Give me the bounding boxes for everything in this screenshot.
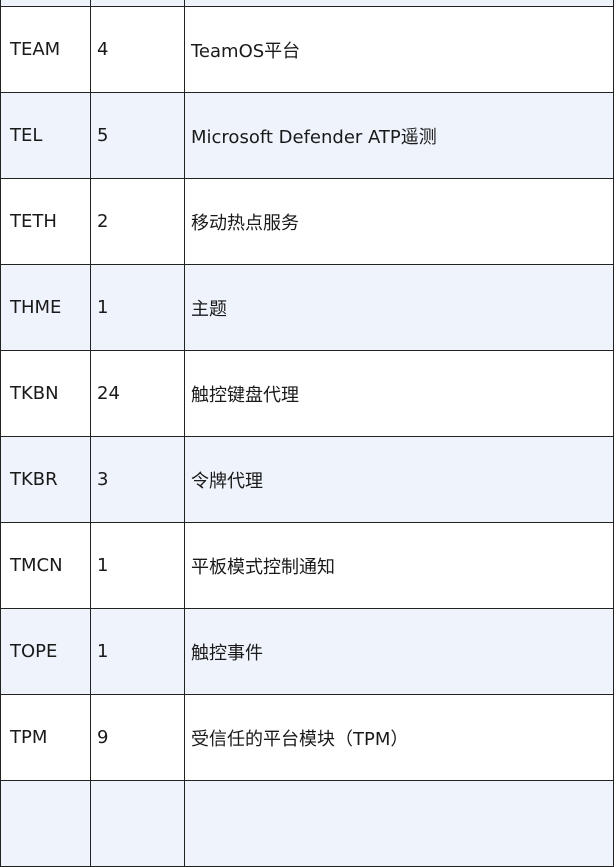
code-cell: TKBR bbox=[0, 436, 91, 523]
code-cell: TEL bbox=[0, 92, 91, 179]
table-row: TOPE 1 触控事件 bbox=[0, 608, 614, 695]
count-cell: 1 bbox=[90, 608, 185, 695]
count-cell: 1 bbox=[90, 264, 185, 351]
code-cell: TMCN bbox=[0, 522, 91, 609]
description-cell: 主题 bbox=[184, 264, 614, 351]
table-cell bbox=[0, 780, 91, 867]
table-cell bbox=[90, 780, 185, 867]
code-cell: TETH bbox=[0, 178, 91, 265]
table-row: TEL 5 Microsoft Defender ATP遥测 bbox=[0, 92, 614, 179]
count-cell: 2 bbox=[90, 178, 185, 265]
description-cell: Microsoft Defender ATP遥测 bbox=[184, 92, 614, 179]
table-cell bbox=[184, 780, 614, 867]
description-cell: 触控键盘代理 bbox=[184, 350, 614, 437]
description-cell: 令牌代理 bbox=[184, 436, 614, 523]
table-row: TKBN 24 触控键盘代理 bbox=[0, 350, 614, 437]
table-row: THME 1 主题 bbox=[0, 264, 614, 351]
description-cell: 移动热点服务 bbox=[184, 178, 614, 265]
count-cell: 9 bbox=[90, 694, 185, 781]
code-cell: THME bbox=[0, 264, 91, 351]
table-row-partial bbox=[0, 780, 614, 867]
description-cell: 平板模式控制通知 bbox=[184, 522, 614, 609]
data-table: TEAM 4 TeamOS平台 TEL 5 Microsoft Defender… bbox=[0, 0, 614, 867]
code-cell: TKBN bbox=[0, 350, 91, 437]
table-row: TMCN 1 平板模式控制通知 bbox=[0, 522, 614, 609]
code-cell: TPM bbox=[0, 694, 91, 781]
code-cell: TOPE bbox=[0, 608, 91, 695]
table-row: TPM 9 受信任的平台模块（TPM） bbox=[0, 694, 614, 781]
description-cell: 触控事件 bbox=[184, 608, 614, 695]
description-cell: TeamOS平台 bbox=[184, 6, 614, 93]
code-cell: TEAM bbox=[0, 6, 91, 93]
table-row: TKBR 3 令牌代理 bbox=[0, 436, 614, 523]
table-row: TETH 2 移动热点服务 bbox=[0, 178, 614, 265]
count-cell: 24 bbox=[90, 350, 185, 437]
count-cell: 3 bbox=[90, 436, 185, 523]
count-cell: 5 bbox=[90, 92, 185, 179]
data-table-container: TEAM 4 TeamOS平台 TEL 5 Microsoft Defender… bbox=[0, 0, 614, 867]
table-row: TEAM 4 TeamOS平台 bbox=[0, 6, 614, 93]
count-cell: 1 bbox=[90, 522, 185, 609]
description-cell: 受信任的平台模块（TPM） bbox=[184, 694, 614, 781]
count-cell: 4 bbox=[90, 6, 185, 93]
